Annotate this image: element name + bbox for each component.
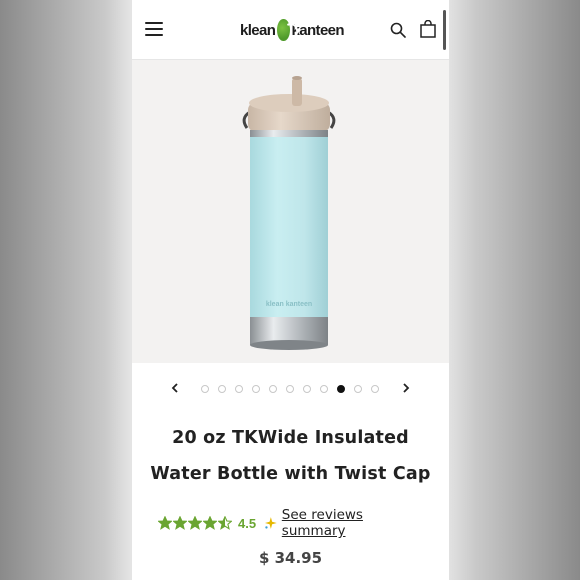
water-bottle-image: klean kanteen xyxy=(242,76,336,350)
star-full-icon xyxy=(203,516,217,530)
see-reviews-summary-link[interactable]: See reviews summary xyxy=(282,507,428,539)
star-full-icon xyxy=(158,516,172,530)
product-title-line-1: 20 oz TKWide Insulated xyxy=(172,428,409,448)
shopping-bag-icon[interactable] xyxy=(420,20,436,38)
chevron-right-icon[interactable] xyxy=(399,381,413,395)
carousel-dot[interactable] xyxy=(371,385,379,393)
search-icon[interactable] xyxy=(390,22,406,38)
logo-text-left: klean xyxy=(240,21,276,39)
product-image[interactable]: klean kanteen xyxy=(132,60,449,363)
carousel-dot[interactable] xyxy=(269,385,277,393)
svg-text:klean kanteen: klean kanteen xyxy=(266,301,312,308)
brand-logo[interactable]: klean kanteen xyxy=(240,17,345,43)
sparkle-icon xyxy=(265,517,277,529)
star-half-icon xyxy=(218,516,232,530)
carousel-dot[interactable] xyxy=(303,385,311,393)
carousel-dot[interactable] xyxy=(337,385,345,393)
rating-value: 4.5 xyxy=(238,515,257,531)
carousel-dot[interactable] xyxy=(218,385,226,393)
phone-screen: klean kanteen klean kanteen 20 oz TKWide… xyxy=(132,0,449,580)
carousel-dot[interactable] xyxy=(286,385,294,393)
carousel-dot[interactable] xyxy=(201,385,209,393)
carousel-dot[interactable] xyxy=(235,385,243,393)
rating-row: 4.5 See reviews summary xyxy=(158,507,428,539)
logo-text-right: kanteen xyxy=(291,21,345,39)
site-header: klean kanteen xyxy=(132,0,449,60)
hamburger-icon[interactable] xyxy=(145,22,163,36)
carousel-dot[interactable] xyxy=(252,385,260,393)
scrollbar[interactable] xyxy=(443,10,446,50)
product-price: $ 34.95 xyxy=(258,549,323,567)
star-rating[interactable] xyxy=(158,516,232,530)
globe-icon xyxy=(277,19,290,41)
carousel-dot[interactable] xyxy=(320,385,328,393)
star-full-icon xyxy=(188,516,202,530)
chevron-left-icon[interactable] xyxy=(168,381,182,395)
image-carousel-nav xyxy=(132,375,449,403)
product-title-line-2: Water Bottle with Twist Cap xyxy=(150,464,431,484)
carousel-dot[interactable] xyxy=(354,385,362,393)
star-full-icon xyxy=(173,516,187,530)
